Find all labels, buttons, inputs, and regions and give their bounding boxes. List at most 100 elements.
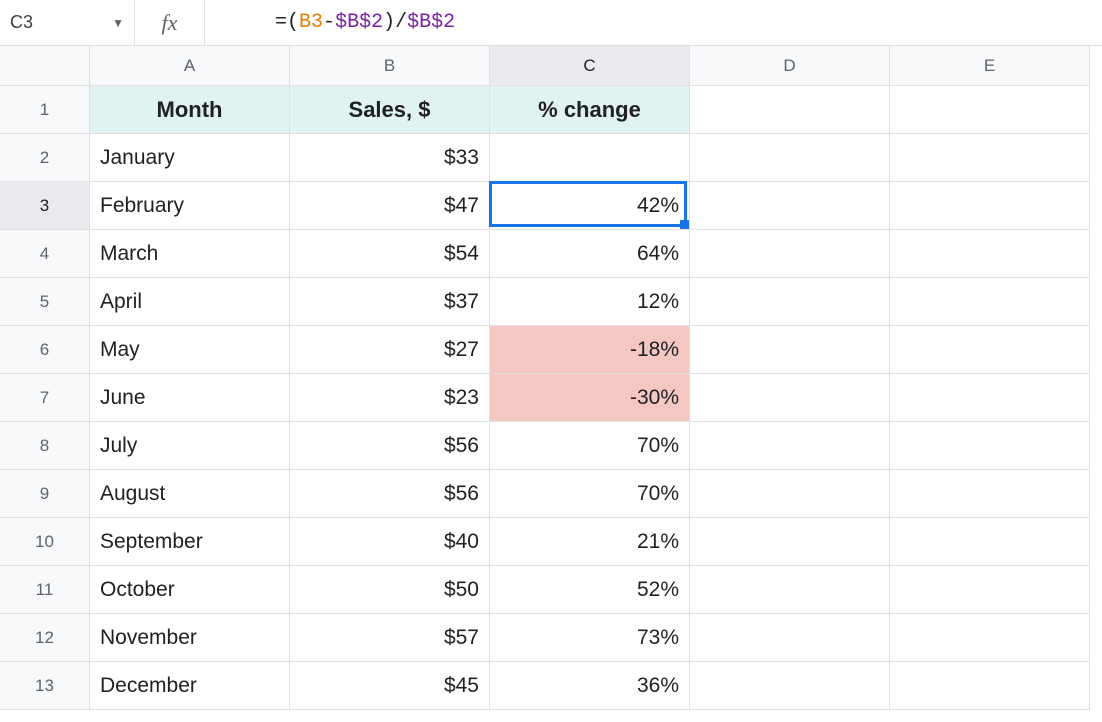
column-header[interactable]: C: [490, 46, 690, 86]
column-header[interactable]: D: [690, 46, 890, 86]
cell[interactable]: $57: [290, 614, 490, 662]
cell[interactable]: $47: [290, 182, 490, 230]
row-header[interactable]: 6: [0, 326, 90, 374]
cell[interactable]: January: [90, 134, 290, 182]
cell[interactable]: December: [90, 662, 290, 710]
cell[interactable]: [690, 422, 890, 470]
cell[interactable]: $33: [290, 134, 490, 182]
row-header[interactable]: 2: [0, 134, 90, 182]
cell-value: January: [100, 146, 175, 170]
cell[interactable]: [690, 374, 890, 422]
cell[interactable]: 73%: [490, 614, 690, 662]
row-header[interactable]: 10: [0, 518, 90, 566]
cell[interactable]: [690, 134, 890, 182]
row-header[interactable]: 13: [0, 662, 90, 710]
formula-input[interactable]: =(B3-$B$2)/$B$2: [205, 0, 1102, 45]
cell-value: November: [100, 626, 197, 650]
cell[interactable]: 36%: [490, 662, 690, 710]
cell[interactable]: $40: [290, 518, 490, 566]
cell[interactable]: [890, 374, 1090, 422]
cell[interactable]: [690, 230, 890, 278]
cell[interactable]: [490, 134, 690, 182]
cell[interactable]: May: [90, 326, 290, 374]
cell[interactable]: March: [90, 230, 290, 278]
cell[interactable]: $37: [290, 278, 490, 326]
cell[interactable]: [890, 518, 1090, 566]
cell[interactable]: June: [90, 374, 290, 422]
cell-value: Sales, $: [349, 97, 431, 123]
row-header[interactable]: 7: [0, 374, 90, 422]
cell[interactable]: 64%: [490, 230, 690, 278]
cell[interactable]: [690, 614, 890, 662]
cell-value: August: [100, 482, 165, 506]
cell[interactable]: Sales, $: [290, 86, 490, 134]
cell[interactable]: [890, 134, 1090, 182]
formula-token: =: [275, 11, 287, 34]
name-box-dropdown-icon[interactable]: ▼: [112, 16, 124, 30]
cell[interactable]: -30%: [490, 374, 690, 422]
formula-token: -: [323, 11, 335, 34]
cell[interactable]: $54: [290, 230, 490, 278]
row-header[interactable]: 3: [0, 182, 90, 230]
cell[interactable]: August: [90, 470, 290, 518]
select-all-corner[interactable]: [0, 46, 90, 86]
cell[interactable]: $56: [290, 470, 490, 518]
cell[interactable]: [890, 86, 1090, 134]
cell[interactable]: [890, 278, 1090, 326]
cell[interactable]: [890, 230, 1090, 278]
cell[interactable]: [890, 470, 1090, 518]
cell[interactable]: [890, 614, 1090, 662]
cell[interactable]: [890, 662, 1090, 710]
cell-value: 12%: [637, 290, 679, 314]
cell[interactable]: 42%: [490, 182, 690, 230]
cell[interactable]: $50: [290, 566, 490, 614]
cell[interactable]: % change: [490, 86, 690, 134]
cell[interactable]: [690, 566, 890, 614]
cell-value: % change: [538, 97, 641, 123]
cell-value: $23: [444, 386, 479, 410]
row-header[interactable]: 8: [0, 422, 90, 470]
cell[interactable]: [890, 566, 1090, 614]
cell[interactable]: 70%: [490, 422, 690, 470]
cell[interactable]: [890, 182, 1090, 230]
fx-icon[interactable]: fx: [135, 0, 205, 45]
cell[interactable]: $45: [290, 662, 490, 710]
cell[interactable]: -18%: [490, 326, 690, 374]
row-header[interactable]: 12: [0, 614, 90, 662]
cell-value: February: [100, 194, 184, 218]
cell[interactable]: [690, 662, 890, 710]
cell[interactable]: September: [90, 518, 290, 566]
column-header[interactable]: E: [890, 46, 1090, 86]
row-header[interactable]: 5: [0, 278, 90, 326]
cell[interactable]: $56: [290, 422, 490, 470]
formula-token: ): [383, 11, 395, 34]
cell[interactable]: [690, 182, 890, 230]
cell[interactable]: Month: [90, 86, 290, 134]
row-header[interactable]: 4: [0, 230, 90, 278]
cell[interactable]: [890, 422, 1090, 470]
column-header[interactable]: A: [90, 46, 290, 86]
cell[interactable]: November: [90, 614, 290, 662]
column-header[interactable]: B: [290, 46, 490, 86]
cell[interactable]: 12%: [490, 278, 690, 326]
cell[interactable]: [690, 518, 890, 566]
cell[interactable]: October: [90, 566, 290, 614]
cell[interactable]: [890, 326, 1090, 374]
cell[interactable]: [690, 278, 890, 326]
row-header[interactable]: 1: [0, 86, 90, 134]
cell[interactable]: [690, 470, 890, 518]
row-header[interactable]: 9: [0, 470, 90, 518]
name-box[interactable]: C3 ▼: [0, 0, 135, 45]
cell[interactable]: $23: [290, 374, 490, 422]
cell[interactable]: July: [90, 422, 290, 470]
cell[interactable]: 70%: [490, 470, 690, 518]
cell[interactable]: February: [90, 182, 290, 230]
cell[interactable]: [690, 326, 890, 374]
cell[interactable]: 21%: [490, 518, 690, 566]
cell[interactable]: April: [90, 278, 290, 326]
cell[interactable]: [690, 86, 890, 134]
cell[interactable]: 52%: [490, 566, 690, 614]
cell-value: $57: [444, 626, 479, 650]
row-header[interactable]: 11: [0, 566, 90, 614]
cell[interactable]: $27: [290, 326, 490, 374]
